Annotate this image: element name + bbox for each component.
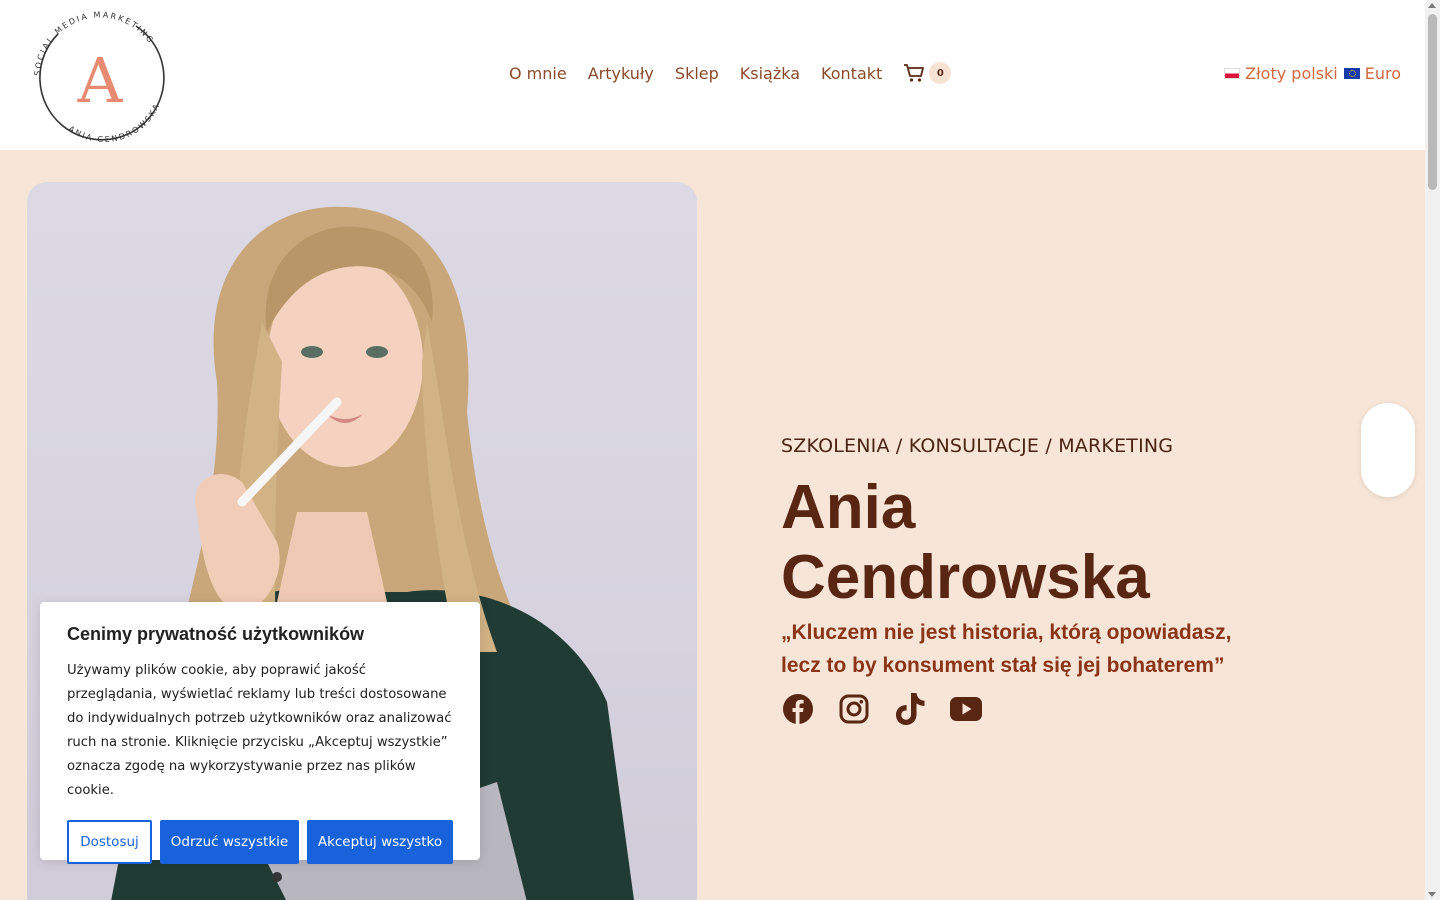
page-scrollbar[interactable] <box>1425 0 1440 900</box>
hero-name-line-1: Ania <box>781 473 916 542</box>
social-links <box>781 692 983 726</box>
nav-item-ksiazka[interactable]: Książka <box>740 64 800 83</box>
site-logo[interactable]: SOCIAL MEDIA MARKETING ANIA CENDROWSKA A <box>28 4 172 148</box>
cookie-consent-banner: Cenimy prywatność użytkowników Używamy p… <box>40 602 480 864</box>
hero-quote-line-2: lecz to by konsument stał się jej bohate… <box>781 654 1225 677</box>
currency-switcher: Złoty polski Euro <box>1224 64 1401 83</box>
cookie-title: Cenimy prywatność użytkowników <box>67 624 365 644</box>
facebook-icon <box>783 694 813 724</box>
currency-option-pln[interactable]: Złoty polski <box>1224 64 1338 83</box>
facebook-link[interactable] <box>781 692 815 726</box>
hero-name: Ania Cendrowska <box>781 473 1150 613</box>
cookie-reject-all-button[interactable]: Odrzuć wszystkie <box>160 820 299 864</box>
nav-item-kontakt[interactable]: Kontakt <box>821 64 882 83</box>
currency-label-eur: Euro <box>1364 64 1401 83</box>
cart-icon <box>904 64 925 82</box>
currency-label-pln: Złoty polski <box>1245 64 1338 83</box>
cookie-description: Używamy plików cookie, aby poprawić jako… <box>67 663 452 798</box>
instagram-link[interactable] <box>837 692 871 726</box>
logo-letter: A <box>77 44 124 117</box>
youtube-link[interactable] <box>949 692 983 726</box>
cart-button[interactable]: 0 <box>903 62 952 84</box>
cookie-accept-all-button[interactable]: Akceptuj wszystko <box>307 820 453 864</box>
hero-quote-line-1: „Kluczem nie jest historia, którą opowia… <box>781 621 1232 644</box>
eu-flag-icon <box>1343 68 1360 79</box>
cookie-buttons: Dostosuj Odrzuć wszystkie Akceptuj wszys… <box>67 820 453 864</box>
instagram-icon <box>839 694 869 724</box>
tiktok-icon <box>896 693 925 725</box>
scroll-up-arrow-icon[interactable] <box>1428 3 1436 8</box>
hero-name-line-2: Cendrowska <box>781 543 1150 612</box>
tiktok-link[interactable] <box>893 692 927 726</box>
hero-quote: „Kluczem nie jest historia, którą opowia… <box>781 616 1251 682</box>
scroll-thumb[interactable] <box>1428 14 1437 190</box>
currency-option-eur[interactable]: Euro <box>1343 64 1401 83</box>
nav-item-o-mnie[interactable]: O mnie <box>509 64 567 83</box>
hero-subtitle: SZKOLENIA / KONSULTACJE / MARKETING <box>781 435 1174 457</box>
main-nav: O mnie Artykuły Sklep Książka Kontakt 0 <box>509 62 952 84</box>
nav-item-sklep[interactable]: Sklep <box>675 64 719 83</box>
cart-count-badge: 0 <box>929 62 952 84</box>
scroll-down-arrow-icon[interactable] <box>1428 892 1436 897</box>
nav-item-artykuly[interactable]: Artykuły <box>588 64 654 83</box>
pl-flag-icon <box>1224 68 1241 79</box>
side-widget-button[interactable] <box>1361 403 1415 497</box>
site-header: SOCIAL MEDIA MARKETING ANIA CENDROWSKA A… <box>0 0 1425 150</box>
youtube-icon <box>950 697 982 721</box>
cookie-customize-button[interactable]: Dostosuj <box>67 820 152 864</box>
